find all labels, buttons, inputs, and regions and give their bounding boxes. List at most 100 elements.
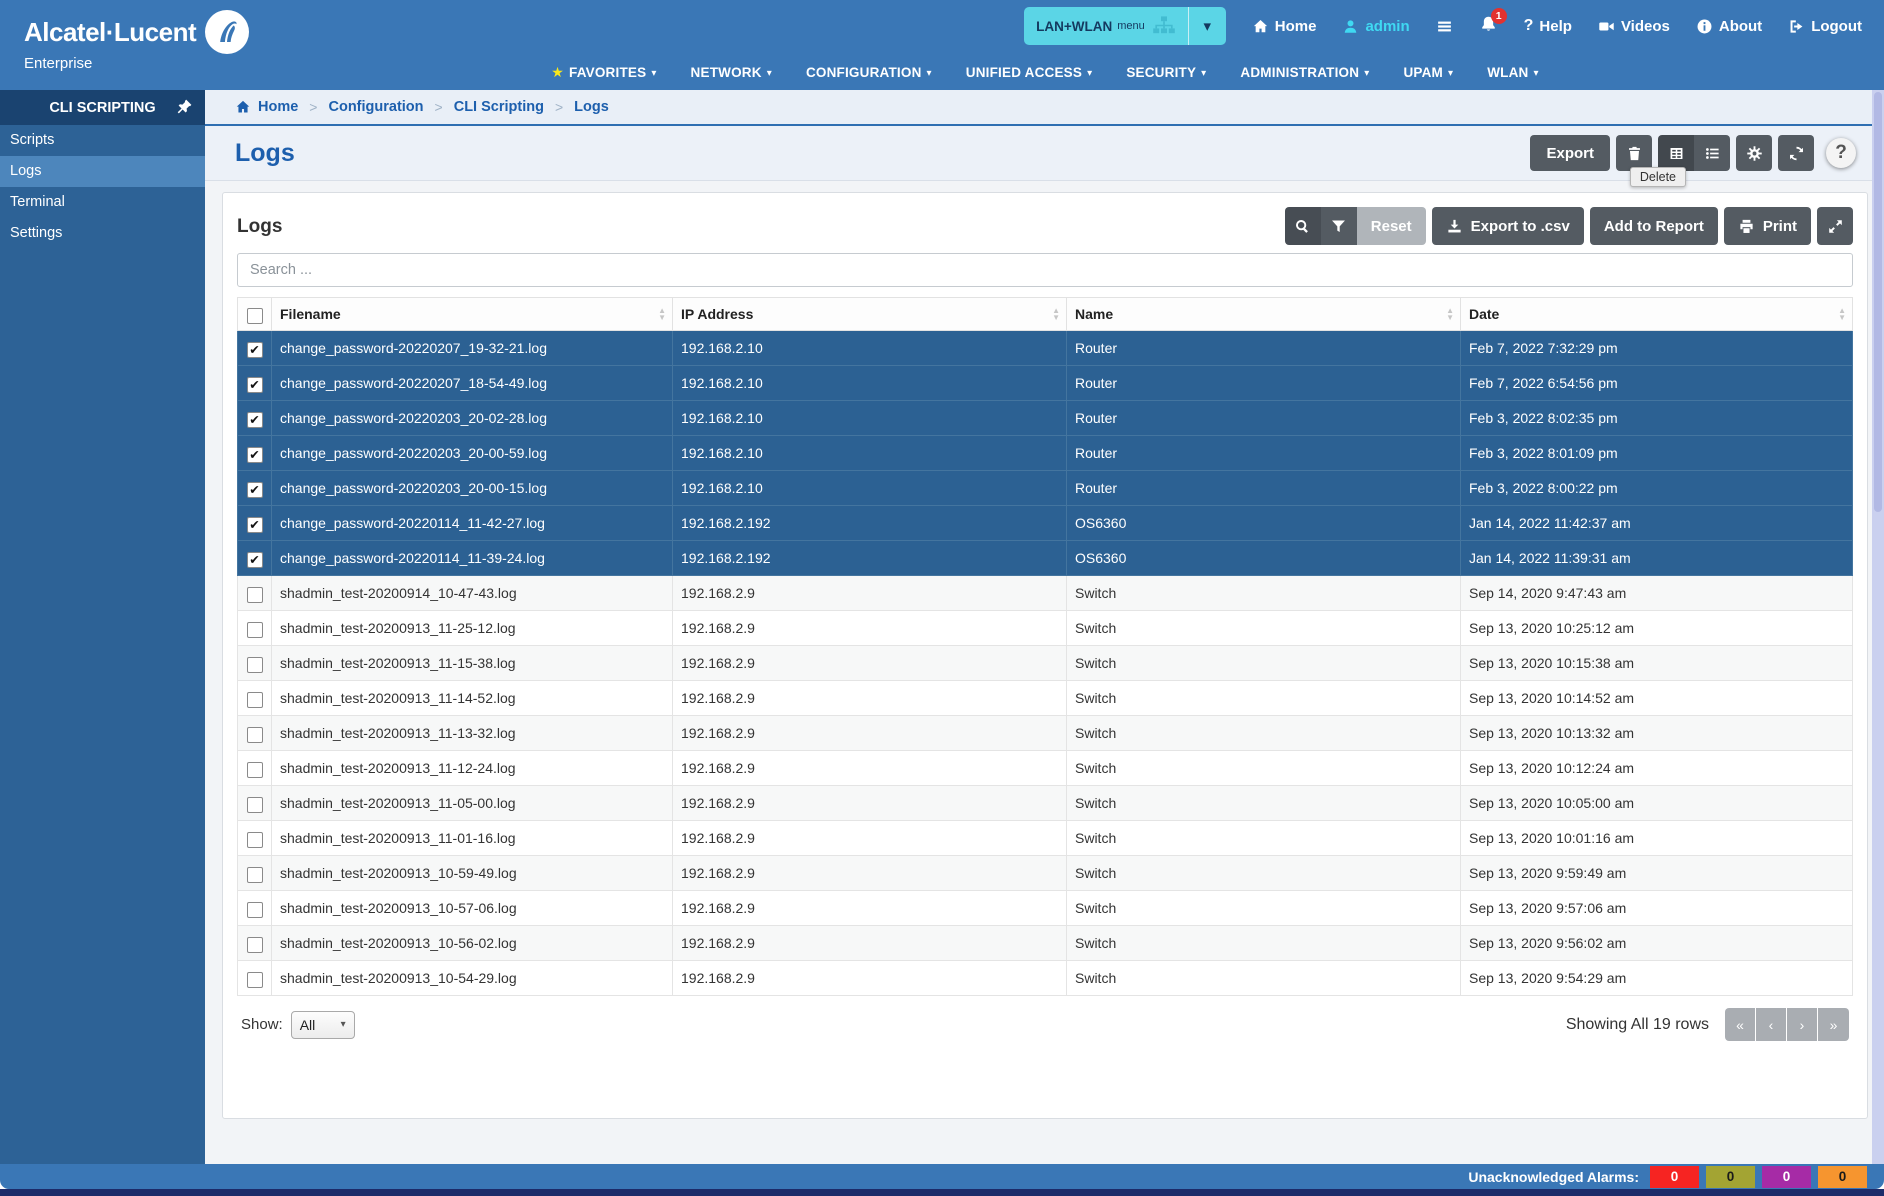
table-row[interactable]: shadmin_test-20200913_11-14-52.log 192.16…: [237, 680, 1853, 717]
table-row[interactable]: shadmin_test-20200913_11-15-38.log 192.16…: [237, 645, 1853, 682]
sort-icon[interactable]: ▲ ▼: [1052, 307, 1060, 322]
about-link[interactable]: About: [1696, 18, 1762, 35]
table-row[interactable]: ✔ change_password-20220203_20-02-28.log 19…: [237, 400, 1853, 437]
mode-menu-chip[interactable]: LAN+WLAN menu ▾: [1024, 7, 1226, 45]
row-checkbox[interactable]: ✔: [246, 377, 263, 394]
sort-icon[interactable]: ▲ ▼: [658, 307, 666, 322]
table-row[interactable]: shadmin_test-20200913_11-12-24.log 192.16…: [237, 750, 1853, 787]
grid-view-button[interactable]: [1658, 135, 1694, 171]
row-checkbox[interactable]: ✔: [246, 412, 263, 429]
nav-item-upam[interactable]: UPAM ▾: [1403, 65, 1453, 80]
nav-item-security[interactable]: SECURITY ▾: [1126, 65, 1206, 80]
show-select[interactable]: All ▾: [290, 1010, 355, 1039]
fullscreen-button[interactable]: [1817, 207, 1853, 245]
row-checkbox[interactable]: [246, 727, 263, 744]
notifications-button[interactable]: 1: [1479, 7, 1507, 38]
table-row[interactable]: shadmin_test-20200913_11-05-00.log 192.16…: [237, 785, 1853, 822]
row-checkbox[interactable]: ✔: [246, 552, 263, 569]
list-view-button[interactable]: [1694, 135, 1730, 171]
row-checkbox[interactable]: [246, 972, 263, 989]
row-checkbox[interactable]: [246, 832, 263, 849]
column-header-filename[interactable]: Filename ▲ ▼: [271, 296, 673, 332]
export-button[interactable]: Export: [1530, 135, 1610, 171]
table-row[interactable]: ✔ change_password-20220207_19-32-21.log 19…: [237, 330, 1853, 367]
nav-item-network[interactable]: NETWORK ▾: [691, 65, 772, 80]
page-last-button[interactable]: »: [1818, 1008, 1849, 1042]
pin-icon[interactable]: [175, 98, 193, 116]
table-row[interactable]: shadmin_test-20200913_11-01-16.log 192.16…: [237, 820, 1853, 857]
contextual-help-button[interactable]: ?: [1826, 138, 1856, 168]
help-link[interactable]: ? Help: [1524, 17, 1572, 35]
nav-item-favorites[interactable]: ★ FAVORITES ▾: [551, 64, 656, 81]
table-row[interactable]: ✔ change_password-20220114_11-42-27.log 19…: [237, 505, 1853, 542]
column-header-name[interactable]: Name ▲ ▼: [1066, 296, 1461, 332]
select-all-checkbox-cell[interactable]: [237, 296, 272, 332]
column-header-ip[interactable]: IP Address ▲ ▼: [672, 296, 1067, 332]
row-checkbox[interactable]: [246, 762, 263, 779]
table-row[interactable]: shadmin_test-20200913_10-54-29.log 192.16…: [237, 960, 1853, 997]
sidebar-item-terminal[interactable]: Terminal: [0, 187, 205, 218]
table-row[interactable]: shadmin_test-20200913_10-57-06.log 192.16…: [237, 890, 1853, 927]
breadcrumb-item-home[interactable]: Home: [235, 99, 298, 115]
brand-block[interactable]: Alcatel·Lucent Enterprise: [0, 0, 250, 90]
page-prev-button[interactable]: ‹: [1756, 1008, 1787, 1042]
row-checkbox[interactable]: [246, 587, 263, 604]
alarm-count-minor[interactable]: 0: [1762, 1165, 1811, 1188]
print-button[interactable]: Print: [1723, 207, 1811, 245]
row-checkbox[interactable]: ✔: [246, 342, 263, 359]
add-to-report-button[interactable]: Add to Report: [1589, 207, 1718, 245]
sidebar-item-logs[interactable]: Logs: [0, 156, 205, 187]
search-input[interactable]: [237, 253, 1853, 287]
refresh-button[interactable]: [1778, 135, 1814, 171]
page-first-button[interactable]: «: [1725, 1008, 1756, 1042]
alarm-count-warning[interactable]: 0: [1818, 1165, 1867, 1188]
table-row[interactable]: ✔ change_password-20220203_20-00-15.log 19…: [237, 470, 1853, 507]
sidebar-item-scripts[interactable]: Scripts: [0, 125, 205, 156]
table-row[interactable]: shadmin_test-20200913_10-59-49.log 192.16…: [237, 855, 1853, 892]
scrollbar-thumb[interactable]: [1874, 92, 1882, 512]
videos-link[interactable]: Videos: [1598, 18, 1670, 35]
alarm-count-major[interactable]: 0: [1706, 1165, 1755, 1188]
logout-link[interactable]: Logout: [1788, 18, 1862, 35]
nav-item-unified-access[interactable]: UNIFIED ACCESS ▾: [966, 65, 1093, 80]
row-checkbox[interactable]: [246, 797, 263, 814]
page-next-button[interactable]: ›: [1787, 1008, 1818, 1042]
breadcrumb-item-cli-scripting[interactable]: CLI Scripting: [454, 99, 544, 115]
row-checkbox[interactable]: [246, 937, 263, 954]
breadcrumb-item-configuration[interactable]: Configuration: [328, 99, 423, 115]
table-row[interactable]: shadmin_test-20200913_11-13-32.log 192.16…: [237, 715, 1853, 752]
table-row[interactable]: shadmin_test-20200913_11-25-12.log 192.16…: [237, 610, 1853, 647]
table-row[interactable]: shadmin_test-20200914_10-47-43.log 192.16…: [237, 575, 1853, 612]
export-csv-button[interactable]: Export to .csv: [1431, 207, 1584, 245]
row-checkbox[interactable]: ✔: [246, 517, 263, 534]
task-list-button[interactable]: [1436, 18, 1453, 35]
delete-button[interactable]: [1616, 135, 1652, 171]
home-link[interactable]: Home: [1252, 18, 1316, 35]
alarm-count-critical[interactable]: 0: [1650, 1165, 1699, 1188]
scrollbar[interactable]: [1872, 90, 1884, 1164]
table-row[interactable]: ✔ change_password-20220203_20-00-59.log 19…: [237, 435, 1853, 472]
reset-button[interactable]: Reset: [1356, 207, 1426, 245]
breadcrumb-item-logs[interactable]: Logs: [574, 99, 609, 115]
row-checkbox[interactable]: [246, 692, 263, 709]
row-checkbox[interactable]: ✔: [246, 482, 263, 499]
sort-icon[interactable]: ▲ ▼: [1446, 307, 1454, 322]
search-toggle-button[interactable]: [1284, 207, 1321, 245]
row-checkbox[interactable]: [246, 657, 263, 674]
sort-icon[interactable]: ▲ ▼: [1838, 307, 1846, 322]
row-checkbox[interactable]: [246, 622, 263, 639]
row-checkbox[interactable]: [246, 902, 263, 919]
row-checkbox[interactable]: [246, 867, 263, 884]
chevron-down-icon[interactable]: ▾: [1187, 7, 1226, 45]
nav-item-configuration[interactable]: CONFIGURATION ▾: [806, 65, 932, 80]
column-header-date[interactable]: Date ▲ ▼: [1460, 296, 1853, 332]
sidebar-item-settings[interactable]: Settings: [0, 218, 205, 249]
settings-button[interactable]: [1736, 135, 1772, 171]
select-all-checkbox[interactable]: [246, 308, 263, 325]
table-row[interactable]: ✔ change_password-20220207_18-54-49.log 19…: [237, 365, 1853, 402]
table-row[interactable]: ✔ change_password-20220114_11-39-24.log 19…: [237, 540, 1853, 577]
filter-button[interactable]: [1320, 207, 1357, 245]
nav-item-administration[interactable]: ADMINISTRATION ▾: [1240, 65, 1369, 80]
row-checkbox[interactable]: ✔: [246, 447, 263, 464]
nav-item-wlan[interactable]: WLAN ▾: [1487, 65, 1539, 80]
